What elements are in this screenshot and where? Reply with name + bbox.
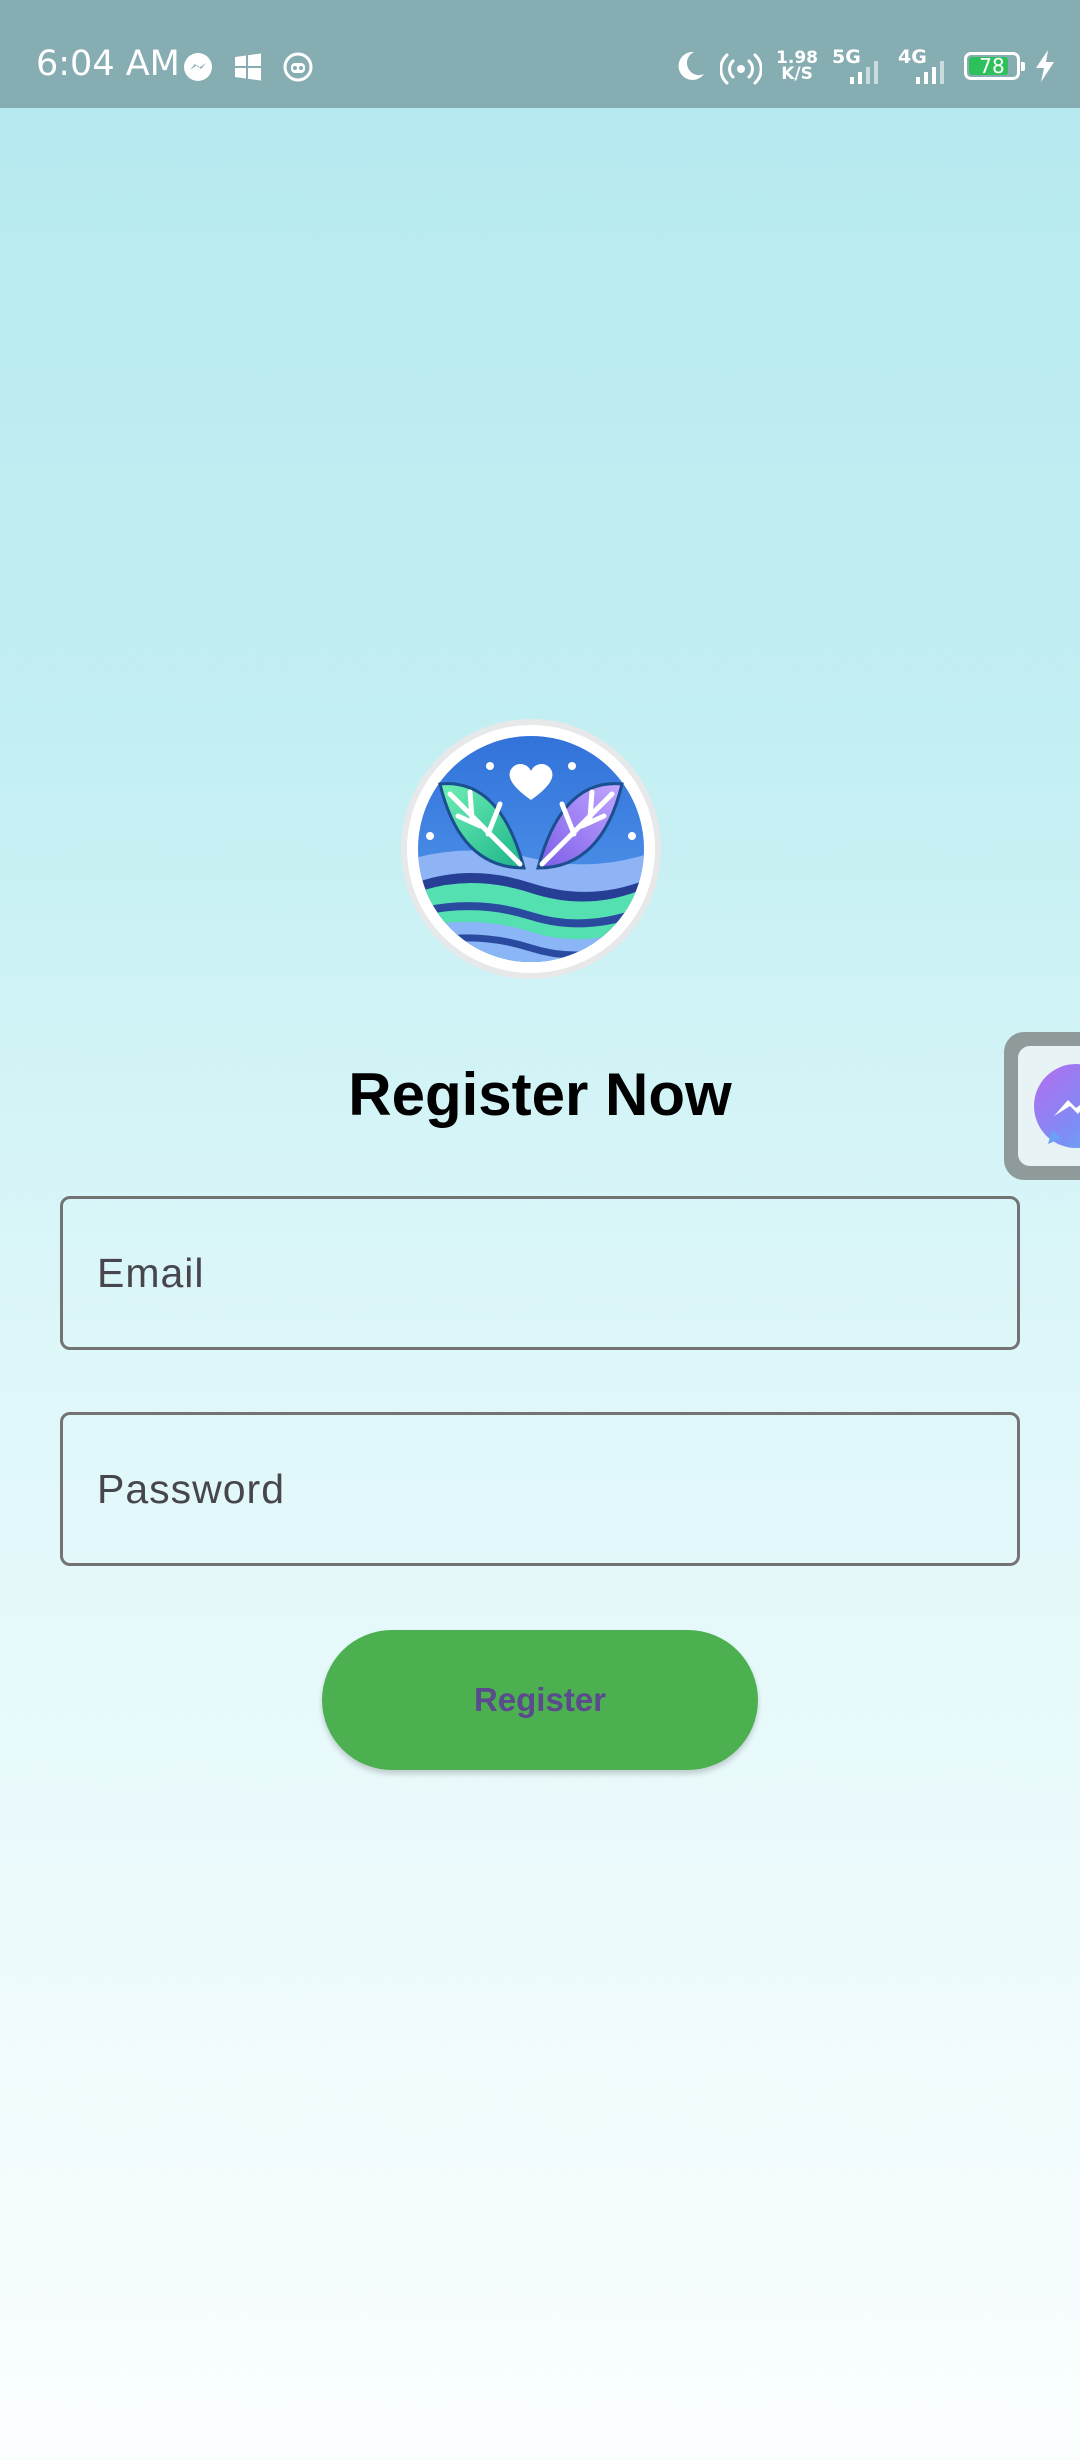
register-button[interactable]: Register: [322, 1630, 758, 1770]
password-field[interactable]: [60, 1412, 1020, 1566]
signal-5g: 5G: [832, 46, 884, 86]
signal-bars-icon: [850, 61, 878, 84]
robot-icon: [283, 52, 313, 82]
notification-icons: [182, 50, 314, 84]
email-field[interactable]: [60, 1196, 1020, 1350]
status-time: 6:04 AM: [36, 44, 180, 84]
network-speed: 1.98 K/S: [776, 50, 818, 84]
battery-indicator: 78: [964, 52, 1025, 80]
charging-icon: [1036, 50, 1054, 82]
system-status-icons: 1.98 K/S 5G 4G 78: [674, 46, 1056, 86]
status-bar: 6:04 AM 1.98 K/S 5G 4G 78: [0, 0, 1080, 108]
app-logo: [401, 719, 661, 979]
hotspot-icon: [720, 53, 763, 85]
password-input[interactable]: [63, 1415, 1017, 1563]
messenger-icon: [184, 53, 212, 81]
network-speed-unit: K/S: [781, 64, 813, 84]
floating-chat-head[interactable]: [1004, 1032, 1080, 1180]
signal-bars-icon: [916, 61, 944, 84]
messenger-bubble-icon: [1034, 1064, 1080, 1148]
signal-4g: 4G: [898, 46, 950, 86]
windows-icon: [235, 53, 261, 81]
battery-level: 78: [979, 54, 1005, 78]
email-input[interactable]: [63, 1199, 1017, 1347]
moon-icon: [678, 51, 705, 80]
page-title: Register Now: [348, 1061, 732, 1128]
chat-head-inner: [1018, 1046, 1080, 1166]
